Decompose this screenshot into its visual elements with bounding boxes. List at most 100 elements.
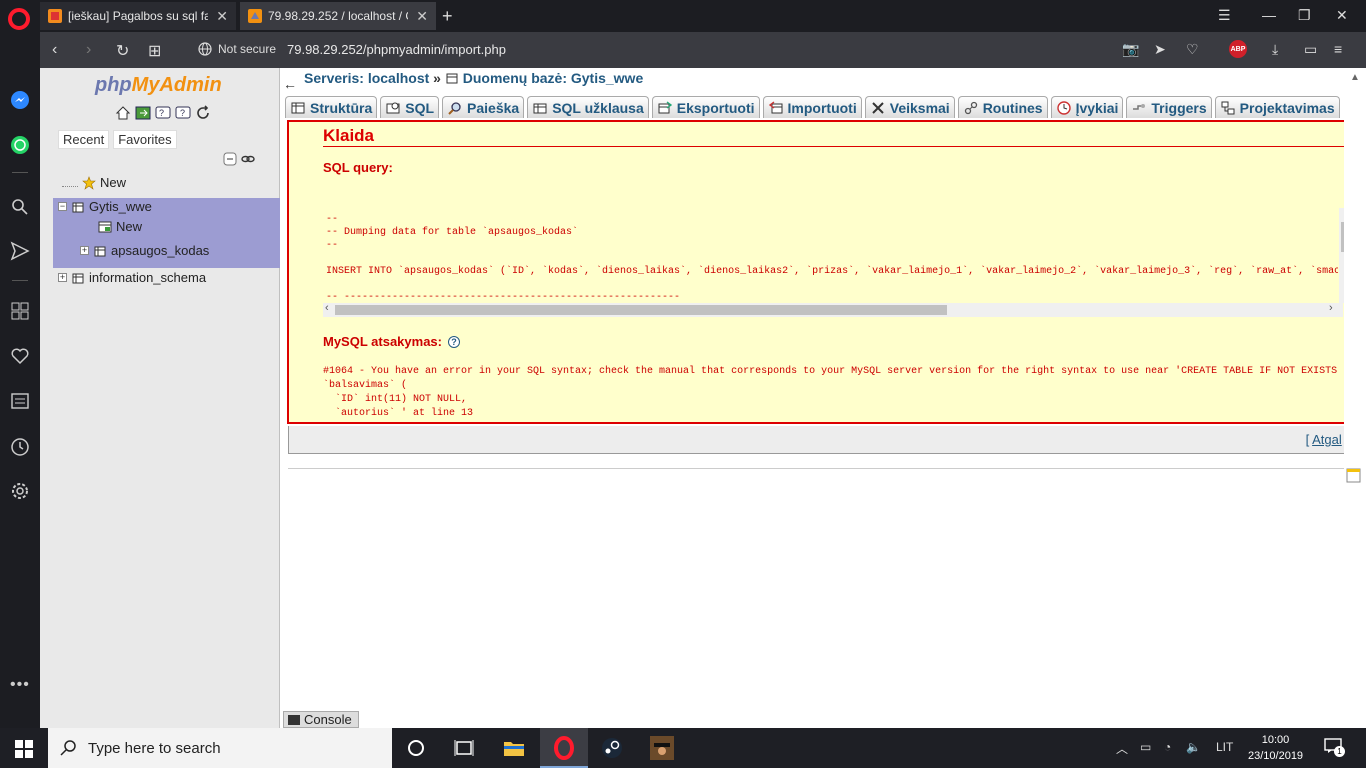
send-icon[interactable]: ➤ [1154,41,1166,58]
speed-dial-icon[interactable]: ⊞ [148,41,161,61]
volume-icon[interactable]: 🔈 [1186,740,1201,754]
sql-icon [386,102,400,113]
tab-import[interactable]: Importuoti [762,96,862,118]
tree-item-apsaugos-kodas[interactable]: + apsaugos_kodas [80,243,209,258]
more-icon[interactable]: ••• [10,676,30,694]
back-icon[interactable]: ‹ [52,41,57,59]
search-icon[interactable] [9,196,31,218]
speed-dial-icon[interactable] [9,300,31,322]
whatsapp-icon[interactable] [9,134,31,156]
tree-item-information-schema[interactable]: + information_schema [58,270,206,285]
tab-designer[interactable]: Projektavimas [1214,96,1340,118]
tab-export[interactable]: Eksportuoti [651,96,760,118]
help-icon[interactable]: ? [448,335,460,348]
history-icon[interactable] [9,436,31,458]
breadcrumb-server[interactable]: Serveris: localhost [304,70,429,86]
tab-routines[interactable]: Routines [957,96,1048,118]
task-view-icon[interactable] [452,736,476,760]
tab-sql[interactable]: SQL [380,96,440,118]
query-window-icon[interactable]: ? [155,105,171,121]
opera-sidebar: ••• [0,32,40,728]
adblock-icon[interactable]: ABP [1229,40,1247,58]
breadcrumb-database[interactable]: Duomenų bazė: Gytis_wwe [463,70,643,86]
tab-events[interactable]: Įvykiai [1050,96,1124,118]
expand-node-icon[interactable]: + [58,273,67,282]
windows-start-icon[interactable] [15,740,33,758]
security-indicator[interactable]: Not secure [198,42,276,56]
query-icon [533,103,547,113]
forward-icon[interactable]: › [86,41,91,59]
close-tab-icon[interactable]: ✕ [416,8,428,25]
tree-item-gytis-wwe[interactable]: − Gytis_wwe [58,199,152,214]
new-tab-icon[interactable]: + [442,6,453,27]
reload-navigation-icon[interactable] [195,105,211,121]
url-field[interactable]: 79.98.29.252/phpmyadmin/import.php [287,42,506,57]
notifications-icon[interactable]: 1 [1324,738,1345,757]
opera-logo-icon[interactable] [8,8,30,30]
news-icon[interactable] [9,390,31,412]
scroll-left-icon[interactable]: ‹ [325,302,329,314]
clock[interactable]: 10:00 23/10/2019 [1248,732,1303,764]
bookmark-heart-icon[interactable]: ♡ [1186,41,1199,58]
steam-icon[interactable] [600,736,624,760]
tab-operations[interactable]: Veiksmai [864,96,955,118]
divider [288,468,1360,469]
taskbar-search[interactable]: Type here to search [48,728,392,768]
reload-icon[interactable]: ↻ [116,41,129,61]
opera-taskbar-icon[interactable] [552,736,576,760]
expand-node-icon[interactable]: + [80,246,89,255]
wifi-icon[interactable]: ◔ [1164,740,1171,754]
minimize-icon[interactable]: — [1262,7,1276,23]
back-bar: [ Atgal ] [288,426,1358,454]
docs-icon[interactable]: ? [175,105,191,121]
close-window-icon[interactable]: ✕ [1336,7,1348,24]
battery-icon[interactable]: ▭ [1140,740,1151,754]
sql-horizontal-scrollbar[interactable]: ‹ › [323,302,1343,317]
collapse-node-icon[interactable]: − [58,202,67,211]
console-button[interactable]: Console [283,711,359,728]
tab-query[interactable]: SQL užklausa [527,96,649,118]
file-explorer-icon[interactable] [502,736,526,760]
sidebar-divider [12,280,28,281]
battery-saver-icon[interactable]: ▭ [1304,41,1317,58]
easy-setup-icon[interactable]: ≡ [1334,41,1342,57]
search-icon [448,101,461,115]
scrollbar-thumb[interactable] [335,305,947,315]
language-indicator[interactable]: LIT [1216,740,1233,754]
cortana-icon[interactable] [404,736,428,760]
game-app-icon[interactable] [650,736,674,760]
logout-icon[interactable] [135,105,151,121]
scroll-up-icon[interactable]: ▲ [1350,72,1360,83]
link-icon[interactable] [241,152,255,166]
tab-menu-icon[interactable]: ☰ [1218,7,1231,24]
heart-icon[interactable] [9,345,31,367]
tab-triggers[interactable]: Triggers [1126,96,1212,118]
scroll-right-icon[interactable]: › [1329,302,1333,314]
error-message-box: Klaida SQL query: -- -- Dumping data for… [287,120,1359,424]
favorites-tab[interactable]: Favorites [113,130,177,149]
recent-tab[interactable]: Recent [58,130,110,149]
phpmyadmin-logo[interactable]: phpMyAdmin [95,74,222,97]
tray-expand-icon[interactable]: ︿ [1116,740,1128,757]
browser-tab-phpmyadmin[interactable]: 79.98.29.252 / localhost / G ✕ [240,2,436,30]
error-title-underline [323,146,1355,147]
download-icon[interactable]: ⤓ [1272,41,1278,58]
page-settings-icon[interactable] [1346,468,1362,484]
browser-tab-forum[interactable]: [ieškau] Pagalbos su sql fai ✕ [40,2,236,30]
collapse-navigation-icon[interactable]: ← [283,76,297,92]
back-link[interactable]: Atgal [1312,432,1342,447]
tree-controls [223,152,255,166]
collapse-all-icon[interactable] [223,152,237,166]
tab-structure[interactable]: Struktūra [285,96,378,118]
maximize-icon[interactable]: ❐ [1298,7,1311,24]
messenger-icon[interactable] [9,89,31,111]
home-icon[interactable] [115,105,131,121]
close-tab-icon[interactable]: ✕ [216,8,228,25]
tree-item-new-table[interactable]: New [98,219,142,234]
windows-taskbar: Type here to search ︿ ▭ ◔ 🔈 LIT 10:00 23… [0,728,1366,768]
tree-item-new[interactable]: New [62,175,126,190]
settings-gear-icon[interactable] [9,480,31,502]
snapshot-icon[interactable]: 📷 [1122,41,1139,58]
tab-search[interactable]: Paieška [442,96,525,118]
send-icon[interactable] [9,240,31,262]
